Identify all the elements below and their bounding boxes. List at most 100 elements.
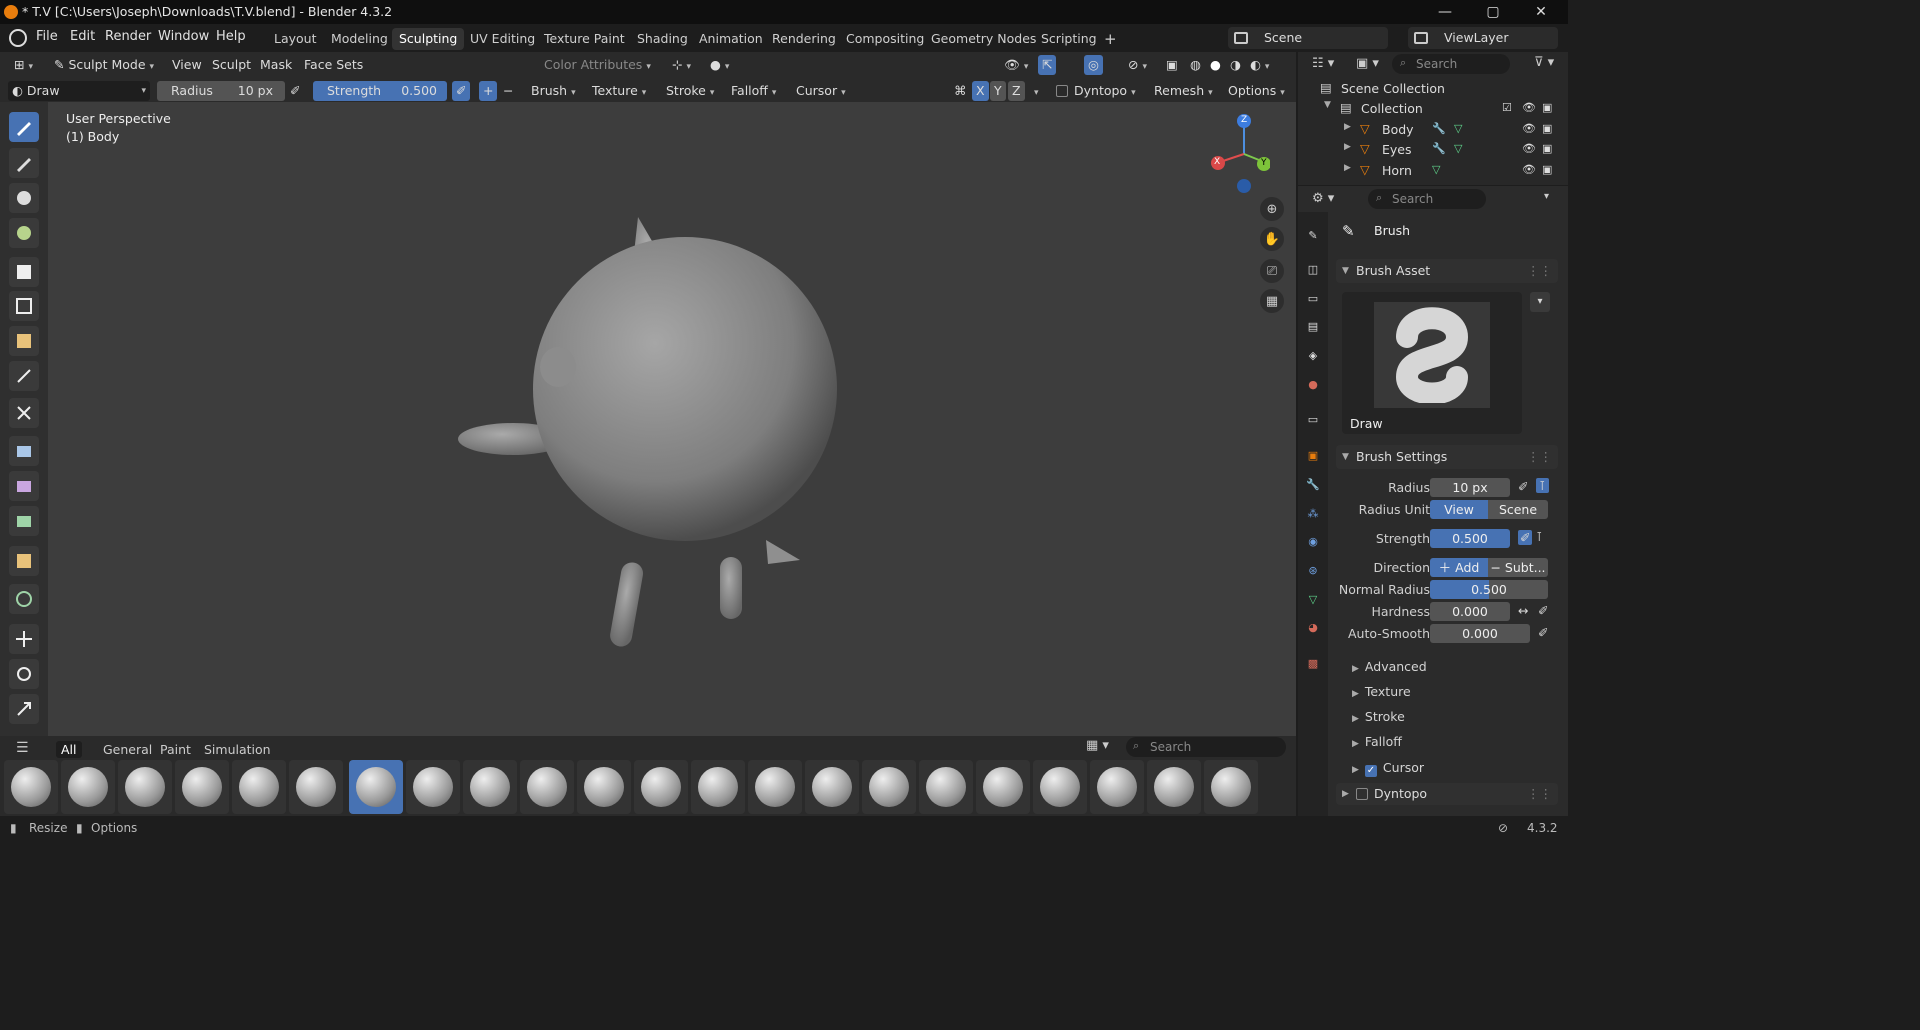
radius-pressure-toggle-icon[interactable]: ✐ [1518, 479, 1528, 494]
radius-unit-scene-button[interactable]: Scene [1488, 500, 1548, 519]
view-layer-tab-icon[interactable]: ▤ [1304, 317, 1322, 335]
inflate-tool-icon[interactable] [9, 291, 39, 321]
asset-tab-general[interactable]: General [98, 741, 157, 758]
rotate-tool-icon[interactable] [9, 659, 39, 689]
smooth-tool-icon[interactable] [9, 398, 39, 428]
mask-tool-icon[interactable] [9, 546, 39, 576]
brush-thumb-draw[interactable] [349, 760, 403, 814]
editor-type-button[interactable]: ⊞ ▾ [10, 55, 37, 75]
horn-visibility-icon[interactable]: 👁 [1522, 163, 1536, 176]
brush-thumb-draw-snake[interactable] [406, 760, 460, 814]
material-tab-icon[interactable]: ◕ [1304, 618, 1322, 636]
brush-selector[interactable]: ◐ Draw ▾ [8, 81, 150, 101]
data-tab-icon[interactable]: ▽ [1304, 590, 1322, 608]
eyes-expand-icon[interactable]: ▶ [1344, 142, 1351, 152]
close-button[interactable]: ✕ [1526, 2, 1556, 22]
brush-thumb-scrape[interactable] [1090, 760, 1144, 814]
hardness-invert-icon[interactable]: ↔ [1518, 603, 1528, 618]
maximize-button[interactable]: ▢ [1478, 2, 1508, 22]
tab-shading[interactable]: Shading [630, 28, 695, 50]
tab-rendering[interactable]: Rendering [765, 28, 843, 50]
strength-pressure-toggle-icon[interactable]: ✐ [1518, 530, 1533, 545]
collection-checkbox-icon[interactable]: ☑ [1502, 101, 1512, 114]
outliner-row-horn[interactable]: ▶ ▽ Horn ▽ 👁 ▣ [1298, 160, 1568, 180]
clay-tool-icon[interactable] [9, 183, 39, 213]
direction-subtract-button[interactable]: − Subt... [1488, 558, 1548, 577]
brush-asset-menu-icon[interactable]: ▾ [1530, 292, 1550, 312]
scrape-tool-icon[interactable] [9, 506, 39, 536]
wireframe-toggle-icon[interactable]: ▣ [1162, 55, 1182, 75]
strength-lock-icon[interactable]: ⊺ [1536, 529, 1543, 544]
brush-thumb-rotate[interactable] [1033, 760, 1087, 814]
brush-settings-drag-icon[interactable]: ⋮⋮ [1527, 445, 1552, 469]
brush-asset-panel-header[interactable]: ▼ Brush Asset ⋮⋮ [1336, 259, 1558, 283]
blender-menu-icon[interactable] [9, 29, 27, 47]
texture-tab-icon[interactable]: ▩ [1304, 654, 1322, 672]
xray-icon[interactable]: ⊘ ▾ [1124, 55, 1151, 75]
options-menu[interactable]: Options ▾ [1224, 81, 1289, 101]
eyes-visibility-icon[interactable]: 👁 [1522, 142, 1536, 155]
brush-thumb-grab[interactable] [634, 760, 688, 814]
object-tab-icon[interactable]: ▣ [1304, 446, 1322, 464]
tab-texture-paint[interactable]: Texture Paint [537, 28, 632, 50]
symmetry-options-icon[interactable]: ⊹ ▾ [668, 55, 695, 75]
symmetry-dropdown-icon[interactable]: ▾ [1026, 81, 1043, 101]
dyntopo-drag-icon[interactable]: ⋮⋮ [1527, 783, 1552, 805]
outliner-search-input[interactable]: Search [1392, 54, 1510, 74]
properties-search-input[interactable]: Search [1368, 189, 1486, 209]
brush-asset-preview[interactable]: Draw [1342, 292, 1522, 434]
mirror-y-button[interactable]: Y [990, 81, 1006, 101]
radius-lock-icon[interactable]: ⊺ [1536, 478, 1549, 493]
menu-edit[interactable]: Edit [70, 29, 95, 44]
tab-geometry-nodes[interactable]: Geometry Nodes [924, 28, 1043, 50]
tab-layout[interactable]: Layout [267, 28, 324, 50]
tab-compositing[interactable]: Compositing [839, 28, 931, 50]
stroke-menu[interactable]: Stroke ▾ [662, 81, 718, 101]
subpanel-stroke[interactable]: ▶ Stroke [1352, 709, 1405, 724]
strength-field[interactable]: Strength 0.500 [313, 81, 447, 101]
direction-add-icon[interactable]: + [479, 81, 498, 101]
color-attributes-dropdown[interactable]: Color Attributes ▾ [540, 55, 655, 75]
display-grid-icon[interactable]: ▦ ▾ [1086, 738, 1109, 753]
collection-render-icon[interactable]: ▣ [1542, 101, 1552, 114]
overlay-toggle-icon[interactable]: ◎ [1084, 55, 1103, 75]
outliner-row-eyes[interactable]: ▶ ▽ Eyes 🔧 ▽ 👁 ▣ [1298, 139, 1568, 159]
3d-viewport[interactable]: User Perspective (1) Body Z X Y ⊕ ✋ ⎚ ▦ [48, 102, 1296, 736]
dyntopo-toggle[interactable]: Dyntopo ▾ [1052, 81, 1140, 101]
scene-selector[interactable]: Scene [1228, 27, 1388, 49]
gizmo-toggle-icon[interactable]: ⇱ [1038, 55, 1057, 75]
tab-modeling[interactable]: Modeling [324, 28, 395, 50]
crease-tool-icon[interactable] [9, 361, 39, 391]
body-visibility-icon[interactable]: 👁 [1522, 122, 1536, 135]
radius-pressure-icon[interactable]: ✐ [286, 81, 304, 101]
brush-thumb-blob[interactable] [4, 760, 58, 814]
menu-sculpt[interactable]: Sculpt [208, 55, 255, 75]
fill-tool-icon[interactable] [9, 471, 39, 501]
brush-thumb-clay-strips[interactable] [118, 760, 172, 814]
menu-render[interactable]: Render [105, 29, 151, 44]
shading-solid-icon[interactable]: ● [1206, 55, 1225, 75]
output-tab-icon[interactable]: ▭ [1304, 289, 1322, 307]
particles-tab-icon[interactable]: ⁂ [1304, 504, 1322, 522]
subpanel-falloff[interactable]: ▶ Falloff [1352, 734, 1402, 749]
scale-tool-icon[interactable] [9, 694, 39, 724]
cursor-menu[interactable]: Cursor ▾ [792, 81, 850, 101]
properties-options-icon[interactable]: ▾ [1544, 191, 1549, 202]
outliner-row-collection[interactable]: ▼ ▤ Collection ☑ 👁 ▣ [1298, 98, 1568, 118]
visibility-icon[interactable]: 👁 ▾ [1000, 55, 1032, 75]
cursor-checkbox[interactable]: ✓ [1364, 765, 1377, 777]
minimize-button[interactable]: — [1430, 2, 1460, 22]
brush-thumb-crease-sharp[interactable] [232, 760, 286, 814]
remesh-menu[interactable]: Remesh ▾ [1150, 81, 1217, 101]
menu-window[interactable]: Window [158, 29, 209, 44]
brush-thumb-fill[interactable] [520, 760, 574, 814]
collection-expand-icon[interactable]: ▼ [1324, 100, 1331, 110]
physics-tab-icon[interactable]: ◉ [1304, 532, 1322, 550]
collection-visibility-icon[interactable]: 👁 [1522, 101, 1536, 114]
filter-icon[interactable]: ⊽ ▾ [1534, 55, 1554, 70]
tool-tab-icon[interactable]: ✎ [1304, 226, 1322, 244]
brush-thumb-pinch[interactable] [919, 760, 973, 814]
zoom-icon[interactable]: ⊕ [1260, 197, 1284, 221]
radius-prop-field[interactable]: 10 px [1430, 478, 1510, 497]
menu-view[interactable]: View [168, 55, 206, 75]
